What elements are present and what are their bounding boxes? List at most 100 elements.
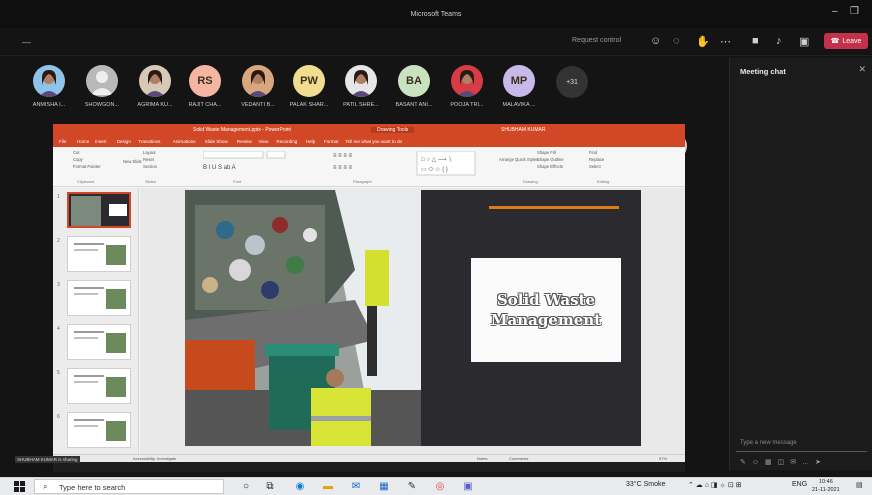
zoom-level[interactable]: 57% [659,456,667,461]
notification-icon[interactable]: ▤ [856,481,863,489]
chrome-icon[interactable]: ◎ [434,481,446,493]
close-icon[interactable]: ✕ [858,64,866,75]
search-placeholder: Type here to search [59,483,126,492]
participant-tile[interactable]: PW PALAK SHAR... [287,65,331,108]
ribbon-tab[interactable]: Recording [276,139,297,144]
slide-thumbnails-pane: 1 2 3 4 5 6 [53,188,139,454]
ribbon-tab[interactable]: Tell me what you want to do [345,139,402,144]
accessibility-status[interactable]: Accessibility: Investigate [133,456,176,461]
share-icon[interactable]: ▣ [799,35,809,48]
participant-tile[interactable]: AGRIMA KU... [133,65,177,108]
current-slide[interactable]: Solid Waste Management [185,190,641,446]
leave-button[interactable]: ☎ Leave [824,33,868,49]
format-painter-button[interactable]: Format Painter [73,164,101,169]
slide-thumbnail[interactable] [67,236,131,272]
chat-format-icons[interactable]: ✎☺▦◫✉…➤ [740,458,827,466]
reactions-icon[interactable]: ✋ [696,35,710,48]
slide-thumbnail[interactable] [67,412,131,448]
file-explorer-icon[interactable]: ▬ [322,481,334,493]
search-icon: ⌕ [43,482,48,491]
shape-outline-button[interactable]: Shape Outline [537,157,564,162]
font-paragraph-controls[interactable]: B I U S ab A ≡ ≡ ≡ ≡ ≡ ≡ ≡ ≡ □ ○ △ ⟶ ∖ ▭… [203,151,483,177]
clock-date: 21-11-2021 [812,487,840,493]
language-indicator[interactable]: ENG [792,481,807,488]
maximize-button[interactable]: ❐ [850,6,859,17]
taskbar-search-box[interactable]: ⌕ Type here to search [34,479,224,494]
slide-title-box[interactable]: Solid Waste Management [471,258,621,362]
slide-thumbnail[interactable] [67,192,131,228]
avatar [451,65,483,97]
replace-button[interactable]: Replace [589,157,604,162]
ribbon-tab[interactable]: Transitions [138,139,160,144]
reset-button[interactable]: Reset [143,157,154,162]
clock[interactable]: 10:46 21-11-2021 [812,478,840,494]
slide-thumbnail[interactable] [67,368,131,404]
ribbon-tab[interactable]: Home [77,139,89,144]
tray-icons[interactable]: ⌃ ☁ ⌂ ◨ ☼ ⊡ ⊞ [688,481,742,489]
people-icon[interactable]: ☺ [650,35,661,47]
notes-button[interactable]: Notes [477,456,487,461]
cut-button[interactable]: Cut [73,150,80,155]
chat-message-input[interactable]: Type a new message [736,436,867,452]
svg-text:▭ ⬭ ☆ { }: ▭ ⬭ ☆ { } [421,166,448,173]
teams-icon[interactable]: ▣ [462,481,474,493]
participant-tile[interactable]: BA BASANT ANI... [392,65,436,108]
participant-tile[interactable]: SHOWGON... [80,65,124,108]
participant-tile[interactable]: PATIL SHRE... [339,65,383,108]
cortana-icon[interactable]: ○ [240,481,252,493]
participant-tile[interactable]: RS RAJIT CHA... [183,65,227,108]
task-view-icon[interactable]: ⧉ [264,481,276,493]
ribbon-tab[interactable]: Insert [95,139,107,144]
copy-button[interactable]: Copy [73,157,83,162]
participant-tile[interactable]: ANMISHA I... [27,65,71,108]
more-participants-button[interactable]: +31 [556,66,588,98]
slide-thumbnail[interactable] [67,324,131,360]
request-control-button[interactable]: Request control [572,37,621,44]
avatar [345,65,377,97]
mic-icon[interactable]: ♪ [776,35,782,47]
find-button[interactable]: Find [589,150,597,155]
ribbon-tab[interactable]: File [59,139,66,144]
more-icon[interactable]: ⋯ [720,35,731,48]
participant-tile[interactable]: MP MALAVIKA ... [497,65,541,108]
store-icon[interactable]: ▦ [378,481,390,493]
participant-name: POOJA TRI... [450,102,484,108]
arrange-button[interactable]: Arrange [499,157,514,162]
section-button[interactable]: Section [143,164,157,169]
participant-name: AGRIMA KU... [137,102,173,108]
ribbon-tab[interactable]: Animations [173,139,196,144]
camera-icon[interactable]: ■ [752,35,759,47]
select-button[interactable]: Select [589,164,601,169]
layout-button[interactable]: Layout [143,150,156,155]
slide-thumbnail[interactable] [67,280,131,316]
chat-icon[interactable]: ◌ [673,35,680,47]
pp-context-tab: Drawing Tools [371,127,415,133]
mail-icon[interactable]: ✉ [350,481,362,493]
ribbon-tab[interactable]: Slide Show [205,139,228,144]
group-clipboard: Clipboard [77,179,95,184]
avatar [242,65,274,97]
ribbon-tab[interactable]: Format [324,139,339,144]
comments-button[interactable]: Comments [509,456,528,461]
quick-styles-button[interactable]: Quick Styles [515,157,538,162]
slide-number: 6 [57,414,60,420]
participant-tile[interactable]: VEDANTI B... [236,65,280,108]
shape-fill-button[interactable]: Shape Fill [537,150,556,155]
participant-name: SHOWGON... [84,102,120,108]
group-font: Font [233,179,242,184]
slide-number: 1 [57,194,60,200]
new-slide-button[interactable]: New Slide [123,159,142,164]
participant-name: BASANT ANI... [395,102,433,108]
edge-icon[interactable]: ◉ [294,481,306,493]
ribbon-tab[interactable]: Design [117,139,131,144]
ribbon-tab[interactable]: Review [237,139,252,144]
minimize-button[interactable]: – [832,6,838,17]
weather-status[interactable]: 33°C Smoke [626,481,665,488]
participant-tile[interactable]: POOJA TRI... [445,65,489,108]
windows-start-icon[interactable] [14,481,25,492]
ribbon-tab[interactable]: View [258,139,268,144]
paint-icon[interactable]: ✎ [406,481,418,493]
shape-effects-button[interactable]: Shape Effects [537,164,563,169]
ribbon-tab[interactable]: Help [306,139,315,144]
slide-title-line2: Management [490,311,602,329]
